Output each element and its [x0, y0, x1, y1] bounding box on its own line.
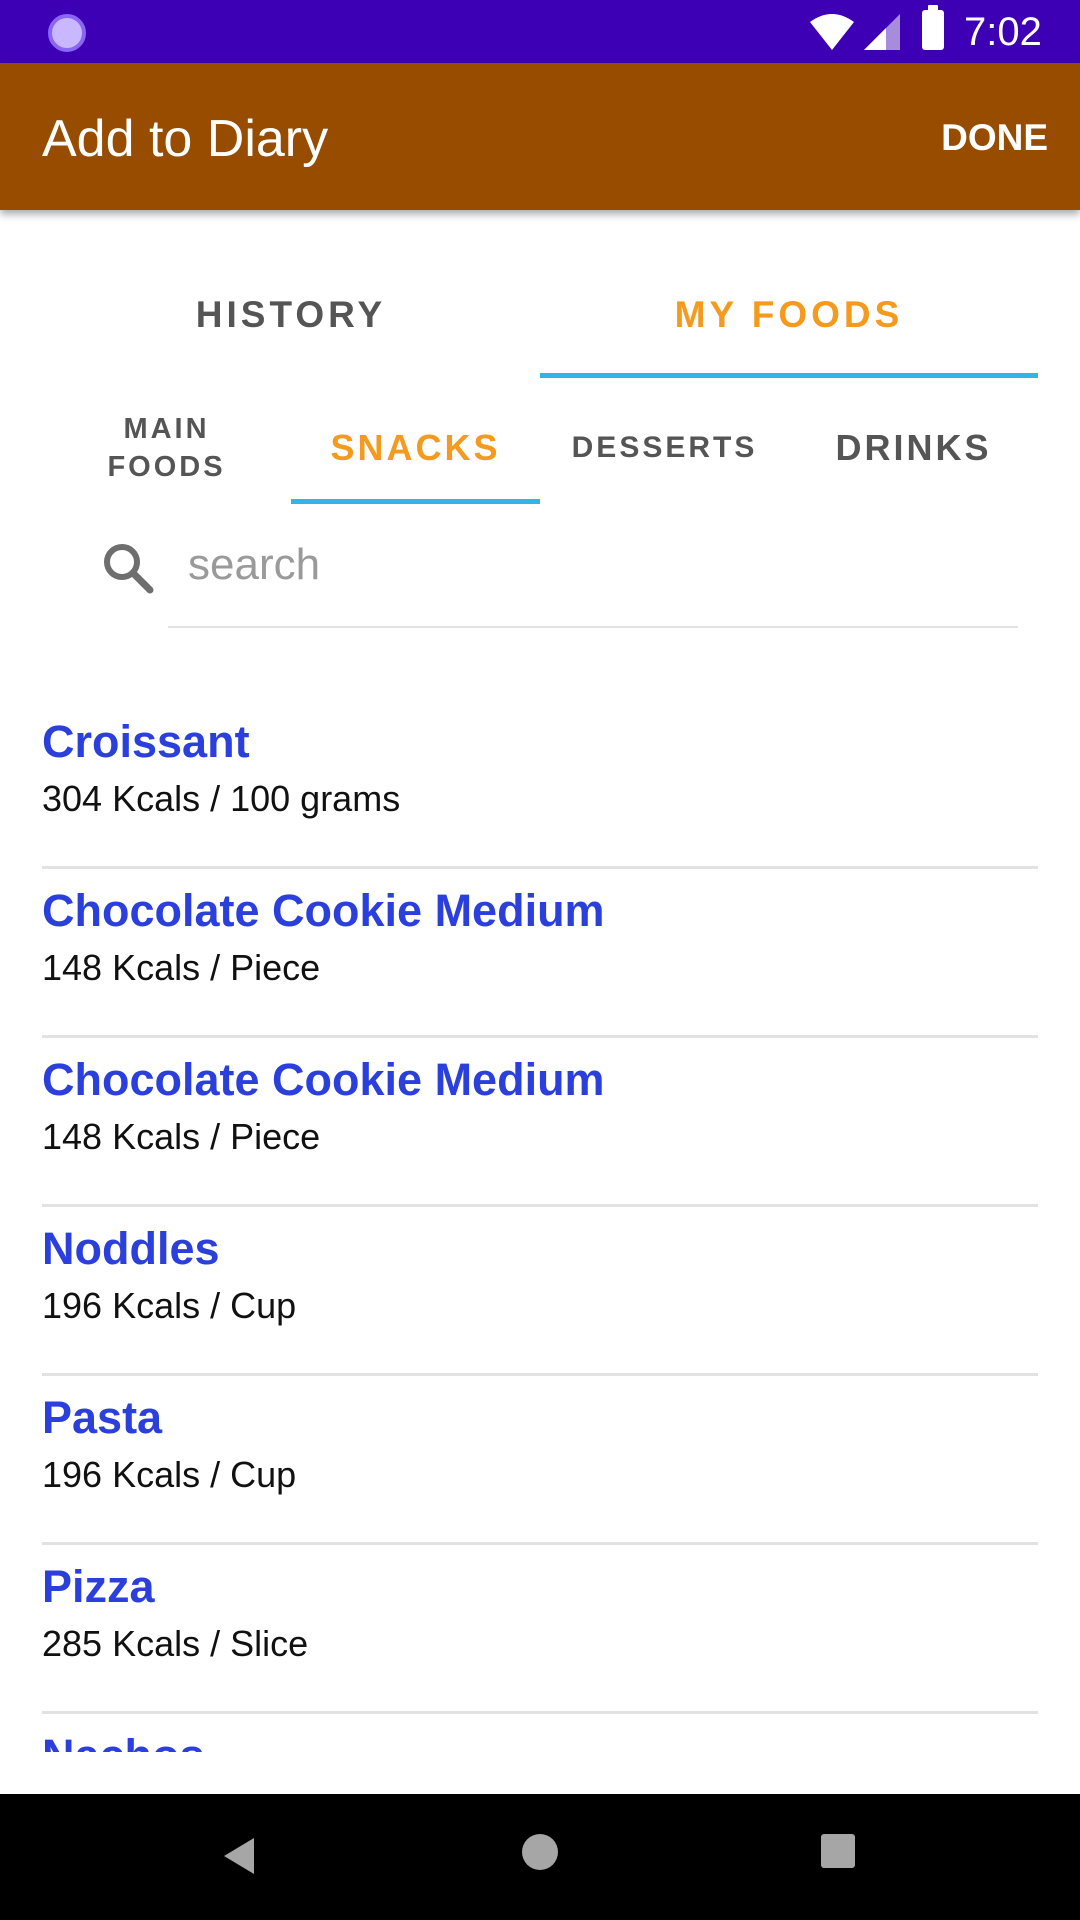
list-item[interactable]: Croissant 304 Kcals / 100 grams — [42, 700, 1038, 869]
list-item[interactable]: Noddles 196 Kcals / Cup — [42, 1207, 1038, 1376]
food-calories: 148 Kcals / Piece — [42, 947, 321, 988]
status-time: 7:02 — [964, 10, 1042, 54]
back-icon[interactable] — [222, 1836, 256, 1876]
tab-desserts-label: DESSERTS — [571, 431, 758, 464]
food-name: Pizza — [42, 1561, 155, 1612]
food-name: Chocolate Cookie Medium — [42, 885, 605, 936]
food-list: Croissant 304 Kcals / 100 grams Chocolat… — [42, 700, 1038, 1752]
page-title: Add to Diary — [42, 110, 329, 168]
app-notification-icon — [48, 14, 86, 52]
food-calories: 285 Kcals / Slice — [42, 1623, 309, 1664]
tab-main-foods[interactable]: MAIN FOODS — [42, 392, 291, 504]
list-item[interactable]: Nachos — [42, 1714, 1038, 1752]
signal-icon — [864, 14, 900, 50]
tab-indicator — [291, 499, 540, 504]
search-icon — [104, 544, 154, 594]
tab-snacks-label: SNACKS — [330, 427, 501, 468]
food-calories: 304 Kcals / 100 grams — [42, 778, 401, 819]
recents-icon[interactable] — [821, 1834, 855, 1868]
category-tabs: MAIN FOODS SNACKS DESSERTS DRINKS — [42, 392, 1038, 504]
battery-icon — [922, 5, 944, 50]
food-name: Nachos — [42, 1728, 205, 1752]
home-icon[interactable] — [522, 1834, 558, 1870]
tab-indicator — [540, 373, 1038, 378]
tab-history[interactable]: HISTORY — [42, 270, 540, 380]
tab-desserts[interactable]: DESSERTS — [540, 392, 789, 504]
app-bar: Add to Diary DONE — [0, 63, 1080, 210]
food-name: Croissant — [42, 716, 250, 767]
search-input[interactable] — [168, 530, 1018, 600]
list-item[interactable]: Chocolate Cookie Medium 148 Kcals / Piec… — [42, 869, 1038, 1038]
wifi-icon — [810, 14, 854, 50]
food-calories: 196 Kcals / Cup — [42, 1285, 297, 1326]
tab-my-foods-label: MY FOODS — [674, 294, 904, 335]
food-name: Chocolate Cookie Medium — [42, 1054, 605, 1105]
tab-history-label: HISTORY — [195, 294, 387, 335]
food-calories: 148 Kcals / Piece — [42, 1116, 321, 1157]
tab-my-foods[interactable]: MY FOODS — [540, 270, 1038, 380]
food-name: Noddles — [42, 1223, 220, 1274]
list-item[interactable]: Pasta 196 Kcals / Cup — [42, 1376, 1038, 1545]
tab-drinks-label: DRINKS — [835, 427, 992, 468]
done-button[interactable]: DONE — [941, 113, 1048, 163]
system-nav-bar — [0, 1794, 1080, 1920]
top-tabs: HISTORY MY FOODS — [42, 270, 1038, 380]
status-bar: 7:02 — [0, 0, 1080, 63]
tab-snacks[interactable]: SNACKS — [291, 392, 540, 504]
tab-drinks[interactable]: DRINKS — [789, 392, 1038, 504]
food-calories: 196 Kcals / Cup — [42, 1454, 297, 1495]
search-underline — [168, 626, 1018, 628]
tab-main-foods-label: MAIN FOODS — [107, 413, 226, 483]
food-name: Pasta — [42, 1392, 163, 1443]
list-item[interactable]: Chocolate Cookie Medium 148 Kcals / Piec… — [42, 1038, 1038, 1207]
list-item[interactable]: Pizza 285 Kcals / Slice — [42, 1545, 1038, 1714]
